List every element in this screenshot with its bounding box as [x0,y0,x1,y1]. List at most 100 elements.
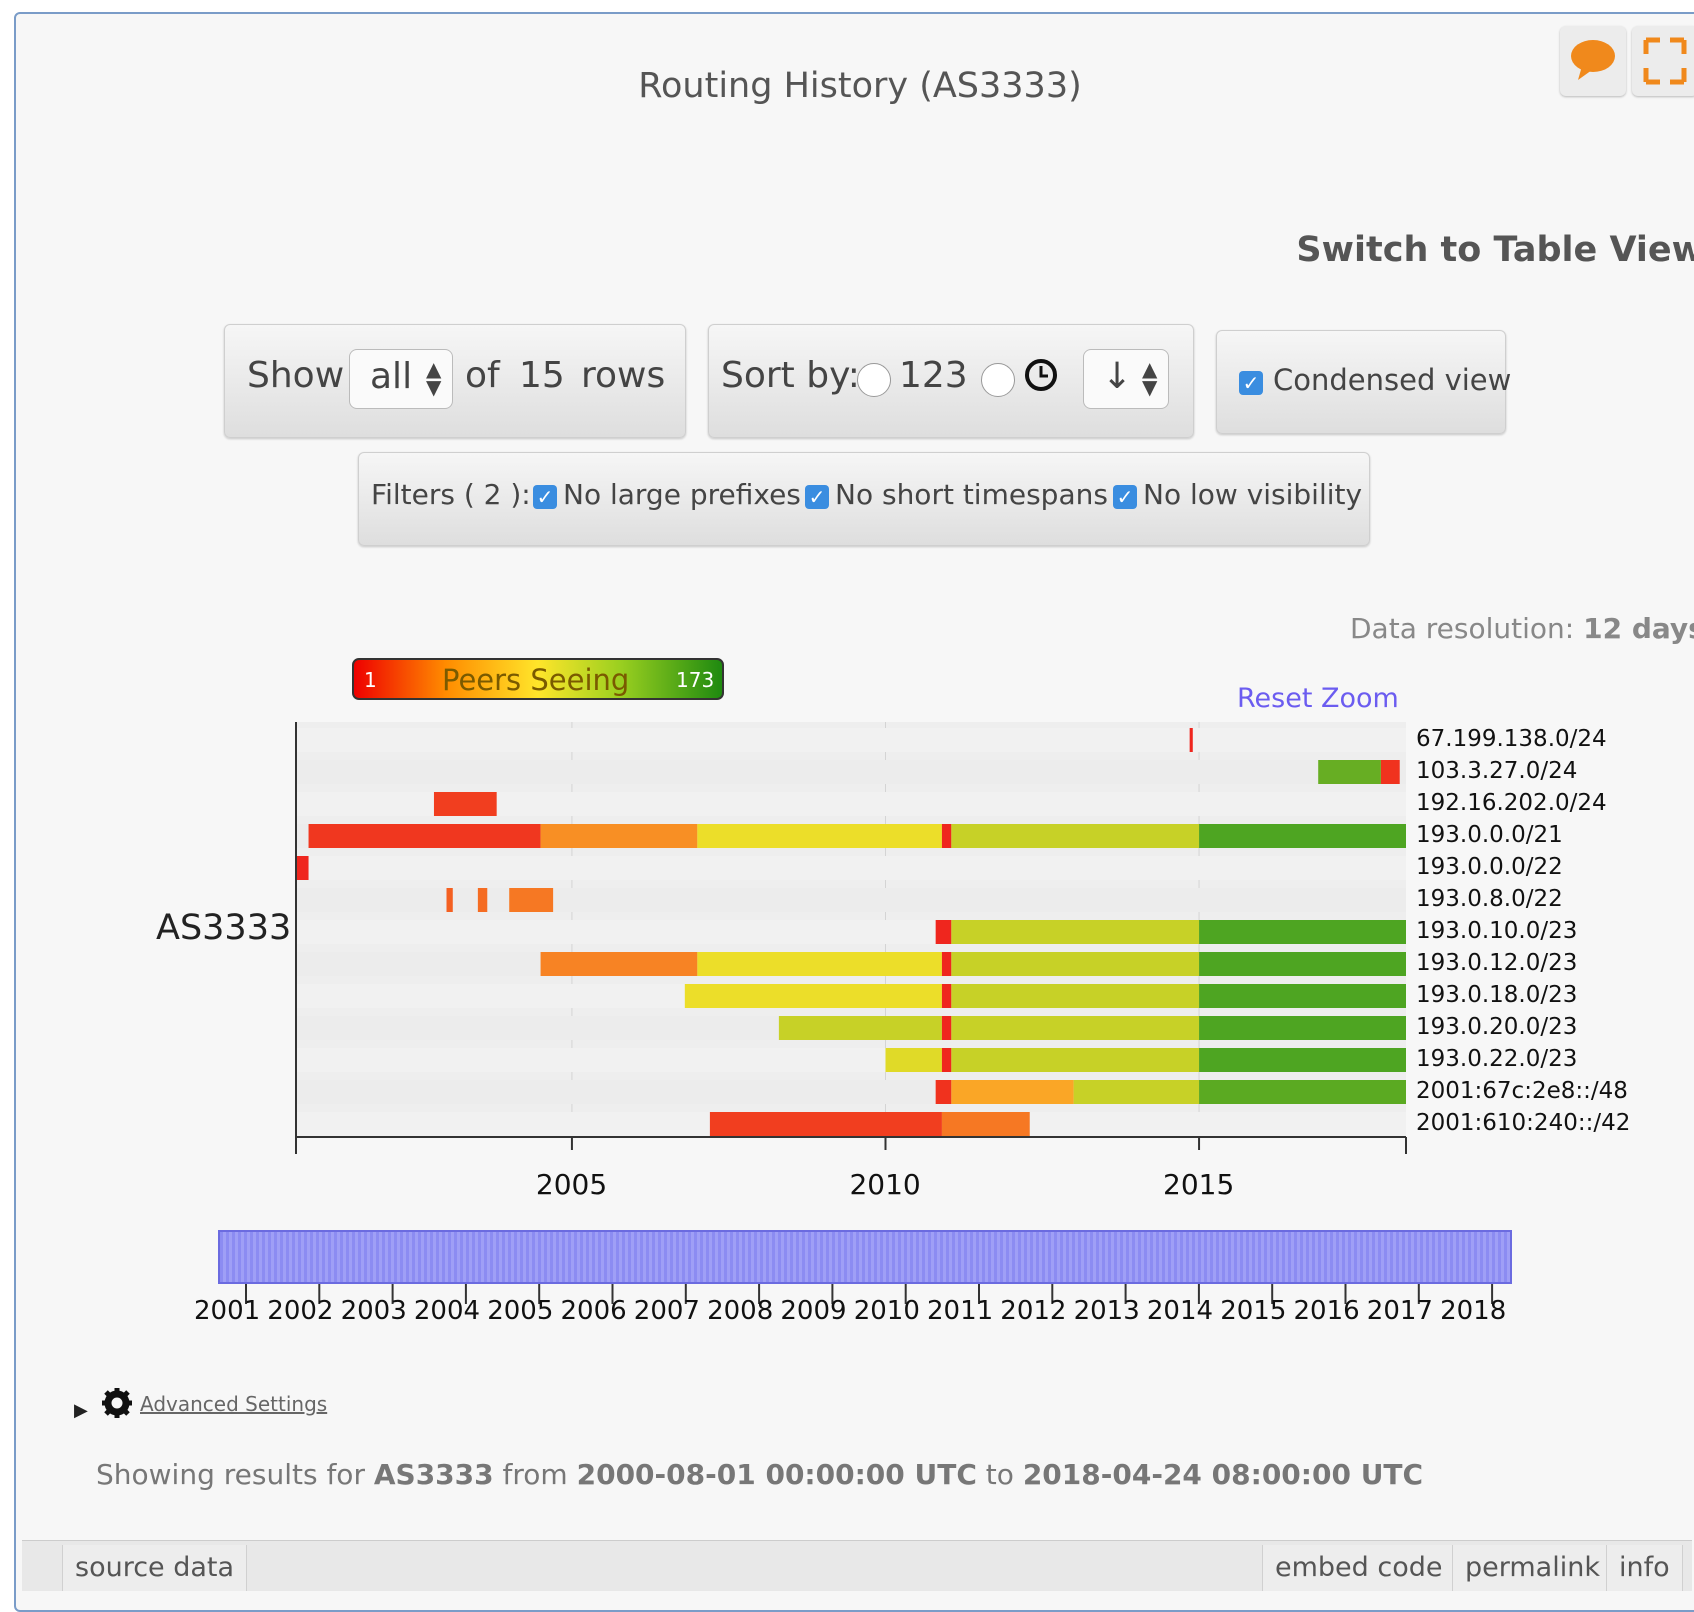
prefix-label[interactable]: 103.3.27.0/24 [1416,758,1577,784]
visibility-bar[interactable] [1380,760,1400,784]
visibility-bar[interactable] [1199,1048,1406,1072]
sort-direction-select[interactable]: ↓ ▲ ▼ [1083,349,1169,409]
visibility-bar[interactable] [951,984,1200,1008]
row-band [296,856,1406,880]
visibility-bar[interactable] [1199,984,1406,1008]
reset-zoom-button[interactable]: Reset Zoom [1237,683,1399,714]
asn-group-label: AS3333 [156,908,292,948]
visibility-bar[interactable] [308,824,541,848]
advanced-settings-link[interactable]: Advanced Settings [140,1392,327,1416]
filter-low-visibility-checkbox[interactable]: ✓ [1113,485,1137,509]
navigator-tick-label: 2001 [194,1296,261,1326]
row-band [296,888,1406,912]
condensed-view-panel: ✓ Condensed view [1216,330,1511,434]
visibility-bar[interactable] [935,920,952,944]
visibility-bar[interactable] [941,952,952,976]
of-label: of [465,355,500,396]
sort-numeric-label: 123 [899,355,968,396]
results-from-label: from [502,1458,568,1491]
expand-arrow-icon[interactable]: ▶ [74,1400,88,1421]
visibility-bar[interactable] [941,824,952,848]
visibility-bar[interactable] [1199,1016,1406,1040]
visibility-bar[interactable] [697,824,942,848]
prefix-label[interactable]: 193.0.20.0/23 [1416,1014,1577,1040]
prefix-label[interactable]: 193.0.8.0/22 [1416,886,1563,912]
visibility-bar[interactable] [941,1016,952,1040]
peers-seeing-legend: 1 Peers Seeing 173 [352,658,724,700]
sort-numeric-radio[interactable] [857,363,891,397]
navigator-tick-label: 2008 [707,1296,774,1326]
embed-code-button[interactable]: embed code [1262,1545,1456,1591]
visibility-bar[interactable] [697,952,942,976]
gear-icon[interactable] [100,1386,134,1420]
x-tick-label: 2015 [1163,1168,1235,1201]
prefix-label[interactable]: 2001:610:240::/42 [1416,1110,1630,1136]
data-resolution-value: 12 days [1583,612,1694,645]
permalink-button[interactable]: permalink [1452,1545,1613,1591]
source-data-button[interactable]: source data [62,1545,248,1591]
visibility-bar[interactable] [433,792,497,816]
range-navigator[interactable] [218,1230,1512,1284]
visibility-bar[interactable] [951,1080,1074,1104]
legend-max: 173 [676,668,715,692]
select-arrows-icon: ▲ ▼ [426,357,442,399]
visibility-bar[interactable] [1189,728,1193,752]
prefix-label[interactable]: 193.0.22.0/23 [1416,1046,1577,1072]
legend-title: Peers Seeing [442,663,630,697]
condensed-view-checkbox[interactable]: ✓ [1239,371,1263,395]
visibility-bar[interactable] [951,952,1200,976]
rows-select[interactable]: all ▲ ▼ [349,349,453,409]
navigator-tick-label: 2005 [487,1296,554,1326]
navigator-tick-label: 2017 [1366,1296,1433,1326]
prefix-label[interactable]: 193.0.0.0/21 [1416,822,1563,848]
visibility-bar[interactable] [1318,760,1381,784]
visibility-bar[interactable] [951,920,1200,944]
visibility-bar[interactable] [941,1112,1030,1136]
results-to-label: to [985,1458,1014,1491]
prefix-label[interactable]: 193.0.12.0/23 [1416,950,1577,976]
prefix-label[interactable]: 193.0.0.0/22 [1416,854,1563,880]
rows-select-value: all [370,356,413,397]
visibility-bar[interactable] [540,952,698,976]
filter-large-prefixes-checkbox[interactable]: ✓ [533,485,557,509]
visibility-bar[interactable] [941,1048,952,1072]
visibility-bar[interactable] [296,856,309,880]
data-resolution-label: Data resolution: [1350,612,1575,645]
visibility-bar[interactable] [778,1016,942,1040]
visibility-bar[interactable] [885,1048,942,1072]
visibility-bar[interactable] [1199,920,1406,944]
visibility-bar[interactable] [709,1112,942,1136]
visibility-bar[interactable] [684,984,942,1008]
switch-table-view-link[interactable]: Switch to Table View [1296,230,1694,270]
visibility-bar[interactable] [1199,952,1406,976]
visibility-bar[interactable] [941,984,952,1008]
visibility-bar[interactable] [935,1080,952,1104]
visibility-bar[interactable] [446,888,453,912]
legend-min: 1 [364,668,377,692]
row-band [296,760,1406,784]
condensed-view-label: Condensed view [1273,363,1512,397]
visibility-bar[interactable] [509,888,554,912]
visibility-bar[interactable] [951,824,1200,848]
prefix-label[interactable]: 2001:67c:2e8::/48 [1416,1078,1628,1104]
navigator-tick-label: 2009 [780,1296,847,1326]
prefix-label[interactable]: 193.0.18.0/23 [1416,982,1577,1008]
filter-short-timespans-checkbox[interactable]: ✓ [805,485,829,509]
visibility-bar[interactable] [477,888,488,912]
visibility-bar[interactable] [540,824,698,848]
sort-time-radio[interactable] [981,363,1015,397]
info-button[interactable]: info [1606,1545,1683,1591]
filters-panel: Filters ( 2 ): ✓ No large prefixes ✓ No … [358,452,1370,546]
visibility-bar[interactable] [1199,824,1406,848]
prefix-label[interactable]: 192.16.202.0/24 [1416,790,1607,816]
filter-low-visibility-label: No low visibility [1143,478,1363,511]
visibility-bar[interactable] [1199,1080,1406,1104]
visibility-bar[interactable] [951,1016,1200,1040]
prefix-label[interactable]: 67.199.138.0/24 [1416,726,1607,752]
prefix-label[interactable]: 193.0.10.0/23 [1416,918,1577,944]
navigator-tick-label: 2010 [853,1296,920,1326]
navigator-tick-label: 2018 [1440,1296,1507,1326]
visibility-bar[interactable] [951,1048,1200,1072]
visibility-bar[interactable] [1073,1080,1200,1104]
row-count: 15 [519,355,565,396]
